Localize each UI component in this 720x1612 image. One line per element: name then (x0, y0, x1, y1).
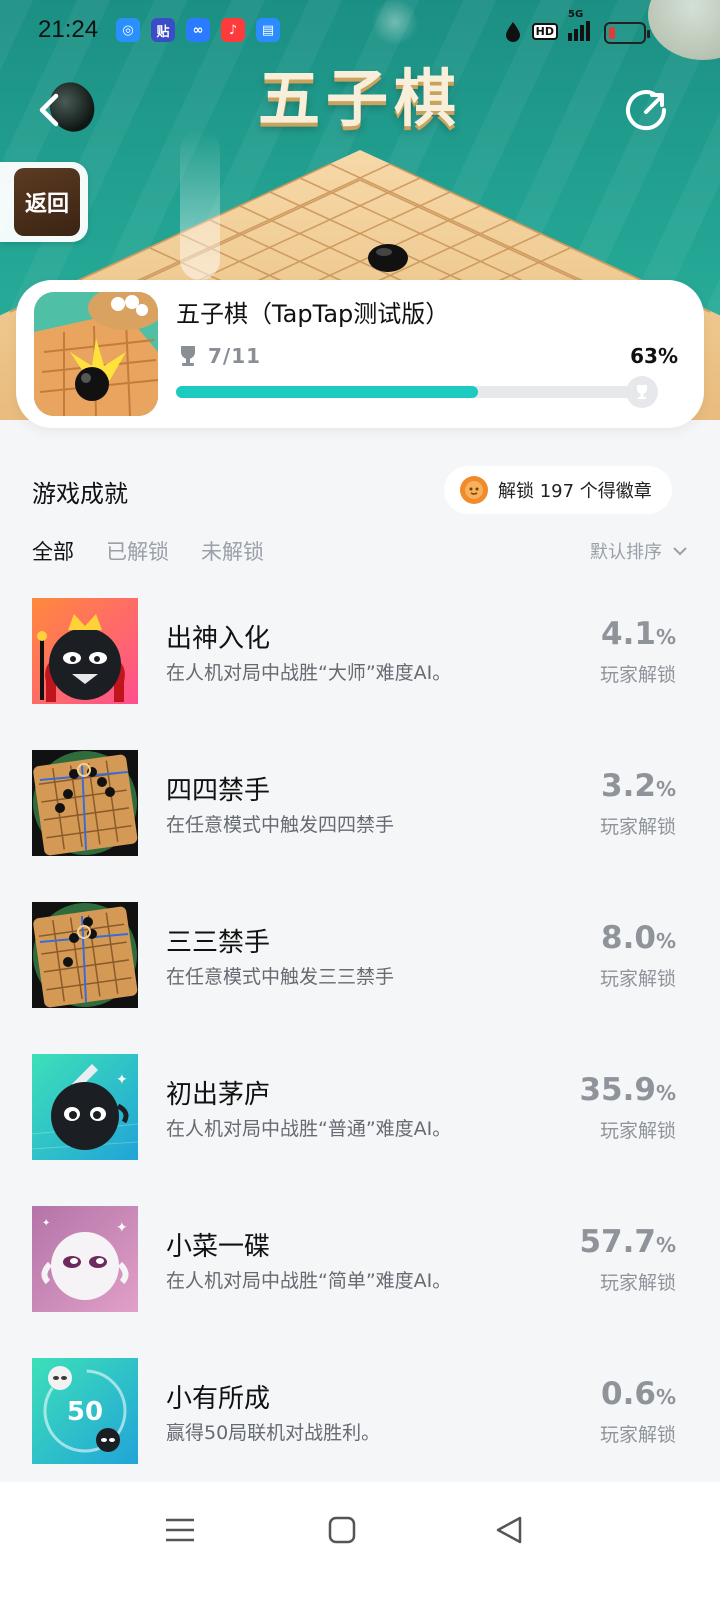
notification-apps: ◎ 贴 ∞ ♪ ▤ (116, 18, 280, 42)
achievement-item[interactable]: 四四禁手 在任意模式中触发四四禁手 3.2% 玩家解锁 (0, 750, 720, 858)
achievement-name: 四四禁手 (166, 776, 271, 806)
svg-text:50: 50 (67, 1397, 103, 1427)
return-thumbnail: 返回 (14, 168, 80, 236)
trophy-small-icon (637, 385, 647, 399)
achievement-rate-label: 玩家解锁 (599, 664, 676, 686)
achievement-rate-label: 玩家解锁 (599, 968, 676, 990)
status-bar: 21:24 ◎ 贴 ∞ ♪ ▤ HD 5G (0, 9, 720, 50)
achievement-rate: 57.7% (579, 1224, 676, 1260)
progress-bar (176, 386, 656, 398)
floating-return-button[interactable]: 返回 (0, 162, 88, 242)
game-thumbnail (34, 292, 158, 416)
achievement-desc: 在人机对局中战胜“大师”难度AI。 (166, 662, 452, 684)
hero-title: 五子棋 (257, 62, 462, 135)
achievement-progress: 7/11 (208, 344, 262, 368)
achievement-rate: 35.9% (579, 1072, 676, 1108)
achievement-rate: 0.6% (601, 1376, 676, 1412)
achievement-item[interactable]: ✦ ✦ 小菜一碟 在人机对局中战胜“简单”难度AI。 57.7% 玩家解锁 (0, 1206, 720, 1314)
svg-text:✦: ✦ (116, 1220, 128, 1236)
game-summary-card[interactable]: 五子棋（TapTap测试版） 7/11 63% (16, 280, 704, 428)
tab-unlocked[interactable]: 已解锁 (106, 536, 169, 566)
achievement-desc: 赢得50局联机对战胜利。 (166, 1422, 381, 1444)
browser-app-icon: ◎ (116, 18, 140, 42)
badge-lion-icon (460, 476, 488, 504)
achievement-name: 三三禁手 (166, 928, 271, 958)
music-app-icon: ♪ (221, 18, 245, 42)
back-arrow-icon[interactable] (30, 88, 70, 132)
trophy-icon (181, 346, 195, 366)
badge-unlock-pill[interactable]: 解锁 197 个得徽章 (444, 466, 672, 514)
tieba-app-icon: 贴 (151, 18, 175, 42)
tab-locked[interactable]: 未解锁 (201, 536, 264, 566)
achievement-rate-label: 玩家解锁 (599, 816, 676, 838)
sort-dropdown[interactable]: 默认排序 (590, 538, 688, 564)
double-four-board-icon (32, 750, 138, 856)
sort-label: 默认排序 (590, 542, 662, 563)
achievement-item[interactable]: 50 小有所成 赢得50局联机对战胜利。 0.6% 玩家解锁 (0, 1358, 720, 1466)
achievement-desc: 在任意模式中触发三三禁手 (166, 966, 395, 988)
king-stone-icon (32, 598, 138, 704)
svg-text:✦: ✦ (42, 1218, 50, 1229)
progress-bar-fill (176, 386, 479, 398)
double-three-board-icon (32, 902, 138, 1008)
achievement-percent: 63% (630, 344, 678, 368)
achievement-desc: 在任意模式中触发四四禁手 (166, 814, 395, 836)
achievement-item[interactable]: ✦ 初出茅庐 在人机对局中战胜“普通”难度AI。 35.9% 玩家解锁 (0, 1054, 720, 1162)
signal-icon: 5G (568, 9, 590, 41)
chevron-down-icon (673, 547, 687, 556)
achievement-rate: 3.2% (601, 768, 676, 804)
back-triangle-icon[interactable] (490, 1510, 530, 1550)
achievement-desc: 在人机对局中战胜“简单”难度AI。 (166, 1270, 452, 1292)
status-time: 21:24 (38, 16, 99, 43)
achievement-rate-label: 玩家解锁 (599, 1120, 676, 1142)
achievement-name: 小有所成 (166, 1384, 271, 1414)
baidu-netdisk-app-icon: ∞ (186, 18, 210, 42)
filter-tabs: 全部 已解锁 未解锁 (32, 536, 264, 566)
home-icon[interactable] (322, 1510, 362, 1550)
share-icon[interactable] (624, 88, 670, 134)
section-title: 游戏成就 (32, 480, 128, 508)
achievement-rate-label: 玩家解锁 (599, 1272, 676, 1294)
battery-icon (604, 22, 650, 44)
achievement-item[interactable]: 出神入化 在人机对局中战胜“大师”难度AI。 4.1% 玩家解锁 (0, 598, 720, 706)
system-nav-bar (0, 1482, 720, 1612)
progress-end-badge (626, 376, 658, 408)
hd-badge: HD (531, 22, 558, 40)
water-drop-icon (505, 22, 520, 42)
white-stone-icon: ✦✦ (32, 1206, 138, 1312)
return-label: 返回 (24, 192, 69, 217)
achievement-rate-label: 玩家解锁 (599, 1424, 676, 1446)
achievement-rate: 8.0% (601, 920, 676, 956)
achievement-item[interactable]: 三三禁手 在任意模式中触发三三禁手 8.0% 玩家解锁 (0, 902, 720, 1010)
achievement-name: 小菜一碟 (166, 1232, 271, 1262)
ninja-stone-icon: ✦ (32, 1054, 138, 1160)
achievement-desc: 在人机对局中战胜“普通”难度AI。 (166, 1118, 452, 1140)
achievement-rate: 4.1% (601, 616, 676, 652)
svg-text:✦: ✦ (116, 1072, 128, 1088)
hero-title-wrap: 五子棋 (0, 48, 720, 138)
files-app-icon: ▤ (256, 18, 280, 42)
achievement-name: 初出茅庐 (166, 1080, 271, 1110)
menu-icon[interactable] (160, 1510, 200, 1550)
badge-unlock-text: 解锁 197 个得徽章 (498, 481, 652, 502)
game-name: 五子棋（TapTap测试版） (176, 300, 450, 328)
fifty-wins-icon: 50 (32, 1358, 138, 1464)
tab-all[interactable]: 全部 (32, 536, 74, 566)
status-indicators: HD 5G (504, 9, 590, 42)
achievement-name: 出神入化 (166, 624, 271, 654)
